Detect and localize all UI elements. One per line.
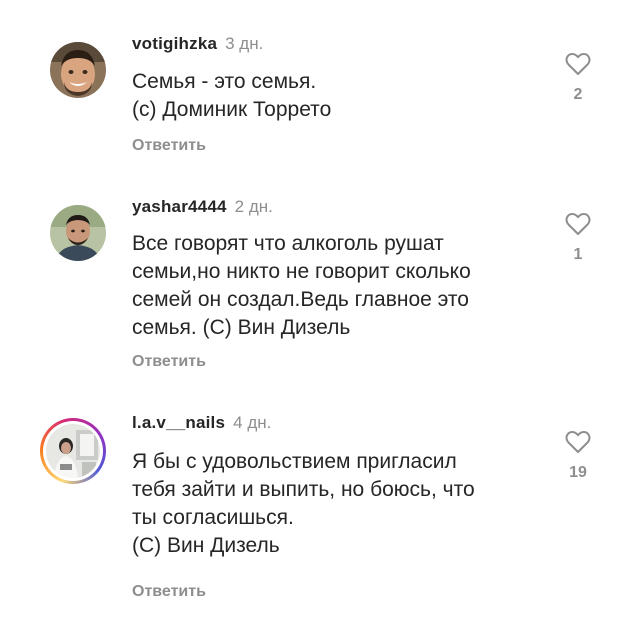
avatar-story-ring[interactable] (40, 418, 106, 484)
avatar-photo-icon (50, 42, 106, 98)
like-button[interactable]: 1 (562, 212, 594, 264)
like-count: 19 (569, 464, 587, 481)
avatar[interactable] (50, 42, 106, 98)
like-count: 2 (573, 86, 583, 103)
comment-text: Все говорят что алкоголь рушат семьи,но … (132, 232, 471, 339)
avatar (46, 424, 100, 478)
comment-meta: yashar4444 2 дн. (132, 197, 273, 217)
comment-time: 2 дн. (234, 197, 273, 216)
like-count: 1 (573, 246, 583, 263)
avatar[interactable] (50, 205, 106, 261)
reply-button[interactable]: Ответить (132, 136, 206, 156)
comment-username[interactable]: l.a.v__nails (132, 413, 225, 432)
comment-username[interactable]: votigihzka (132, 34, 217, 53)
avatar-photo-icon (50, 205, 106, 261)
comment-meta: votigihzka 3 дн. (132, 34, 263, 54)
comment-time: 3 дн. (225, 34, 264, 53)
comment-text: Я бы с удовольствием пригласил тебя зайт… (132, 450, 475, 557)
comments-list: votigihzka 3 дн. Семья - это семья. (с) Д… (0, 0, 640, 640)
reply-button[interactable]: Ответить (132, 352, 206, 372)
avatar-photo-icon (46, 424, 100, 478)
comment-username[interactable]: yashar4444 (132, 197, 227, 216)
comment-text: Семья - это семья. (с) Доминик Торрето (132, 70, 332, 121)
heart-outline-icon (565, 431, 591, 453)
comment-meta: l.a.v__nails 4 дн. (132, 413, 271, 433)
heart-outline-icon (565, 53, 591, 75)
comment-time: 4 дн. (233, 413, 272, 432)
like-button[interactable]: 2 (562, 52, 594, 104)
heart-outline-icon (565, 213, 591, 235)
reply-button[interactable]: Ответить (132, 582, 206, 602)
like-button[interactable]: 19 (562, 430, 594, 482)
